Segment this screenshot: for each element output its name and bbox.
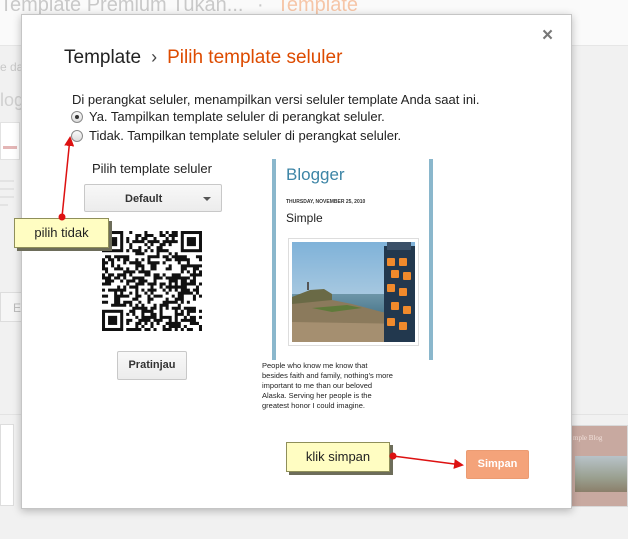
annotation-arrows [58, 136, 464, 469]
arrow-to-tidak [61, 136, 75, 218]
arrow-tidak-dot [58, 213, 66, 221]
arrow-to-simpan [392, 455, 464, 469]
arrow-simpan-dot [389, 452, 397, 460]
